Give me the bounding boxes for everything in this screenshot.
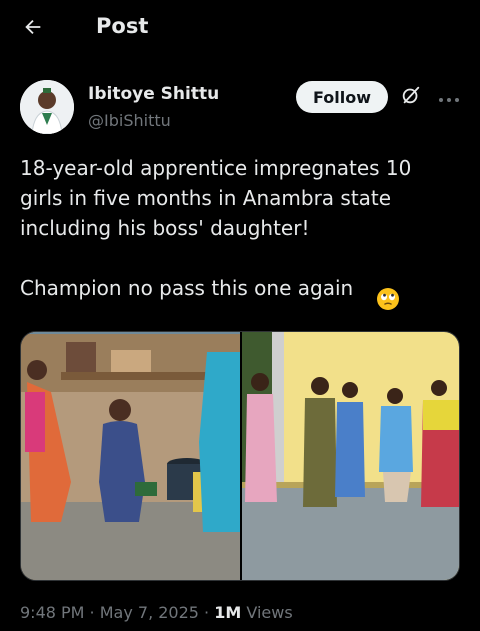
face-with-rolling-eyes-emoji bbox=[376, 287, 400, 311]
top-bar: Post bbox=[0, 0, 480, 56]
more-button[interactable] bbox=[434, 84, 464, 110]
back-button[interactable] bbox=[18, 14, 48, 44]
author-handle[interactable]: @IbiShittu bbox=[88, 111, 171, 130]
meta-separator: · bbox=[84, 603, 100, 622]
follow-button[interactable]: Follow bbox=[296, 81, 388, 113]
media-photo-left bbox=[21, 332, 240, 580]
post-time[interactable]: 9:48 PM bbox=[20, 603, 84, 622]
post-date[interactable]: May 7, 2025 bbox=[100, 603, 199, 622]
arrow-left-icon bbox=[22, 16, 44, 42]
grok-icon bbox=[400, 84, 422, 110]
page-title: Post bbox=[96, 14, 149, 38]
tweet-text: 18-year-old apprentice impregnates 10 gi… bbox=[20, 156, 412, 300]
more-icon bbox=[438, 88, 460, 107]
avatar[interactable] bbox=[20, 80, 74, 134]
grok-button[interactable] bbox=[398, 84, 424, 110]
views-count[interactable]: 1M bbox=[214, 603, 241, 622]
views-label: Views bbox=[241, 603, 293, 622]
media-gallery[interactable] bbox=[20, 331, 460, 581]
media-photo-right bbox=[242, 332, 459, 580]
post-meta: 9:48 PM · May 7, 2025 · 1M Views bbox=[20, 603, 293, 622]
author-name[interactable]: Ibitoye Shittu bbox=[88, 84, 219, 104]
meta-separator: · bbox=[198, 603, 215, 622]
